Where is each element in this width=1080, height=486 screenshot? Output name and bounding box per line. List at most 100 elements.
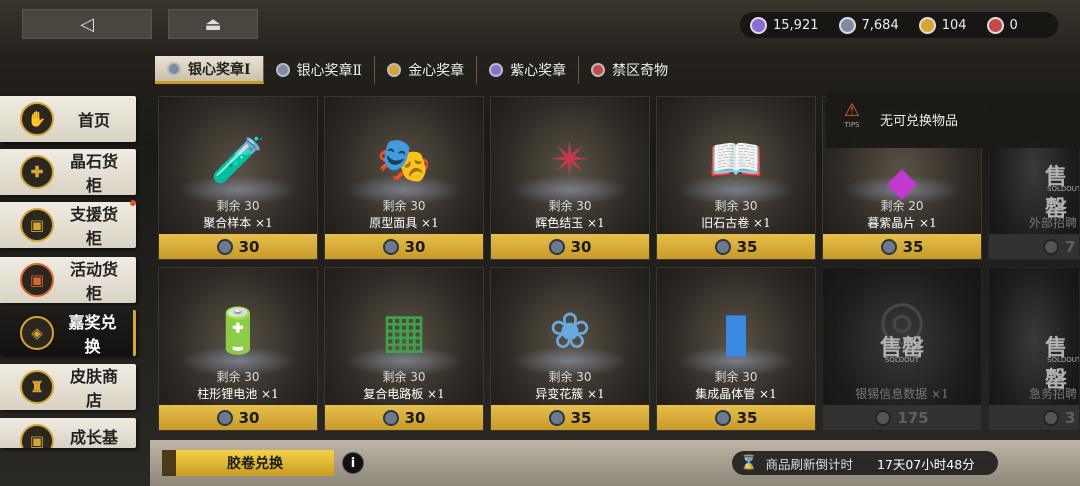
sidebar-item-crystal-cabinet[interactable]: ✚ 晶石货柜 [0,149,136,195]
spiked-crystal-icon: ✴ [549,132,591,188]
silver-medal-icon [382,238,399,255]
silver-medal-icon [382,409,399,426]
price-button: 3 [989,405,1079,430]
sidebar-item-skin-shop[interactable]: ♜ 皮肤商店 [0,364,136,410]
shop-item-card-sold-out[interactable]: 售罄 SOLDOUT 急务招聘 3 [988,267,1080,431]
price-button[interactable]: 30 [159,234,317,259]
sidebar-item-home[interactable]: ✋ 首页 [0,96,136,142]
price-button: 7 [989,234,1079,259]
home-button[interactable]: ⏏ [168,9,258,39]
flower-cluster-icon: ❀ [549,302,591,360]
tab-purple-medal[interactable]: 紫心奖章 [477,56,580,84]
price-button[interactable]: 35 [823,234,981,259]
shop-item-card[interactable]: ❀ 剩余 30 异变花簇 ×1 35 [490,267,650,431]
remaining-count: 剩余 30 [216,199,260,213]
info-icon[interactable]: i [342,452,364,474]
crate-icon: ▣ [20,208,54,242]
silver-medal-icon [714,409,731,426]
currency-purple: 15,921 [750,16,819,34]
purple-medal-icon [489,63,504,77]
item-name: 急务招聘 [1029,387,1078,401]
remaining-count: 剩余 30 [382,370,426,384]
price-button[interactable]: 35 [491,405,649,430]
currency-bar: 15,921 7,684 104 0 [740,12,1058,38]
sidebar-item-support-cabinet[interactable]: ▣ 支援货柜 [0,200,136,248]
price-button[interactable]: 30 [325,405,483,430]
shop-item-card[interactable]: 🧪 剩余 30 聚合样本 ×1 30 [158,96,318,260]
purple-gem-icon [750,16,767,34]
countdown-label: 商品刷新倒计时 [765,456,853,472]
item-name: 异变花簇 ×1 [535,387,605,401]
shop-item-card[interactable]: 📖 剩余 30 旧石古卷 ×1 35 [656,96,816,260]
shop-item-card[interactable]: ▦ 剩余 30 复合电路板 ×1 30 [324,267,484,431]
tab-silver-medal-1[interactable]: 银心奖章Ⅰ [155,56,264,84]
crate-icon: ▣ [20,424,54,448]
shop-item-card[interactable]: 🎭 剩余 30 原型面具 ×1 30 [324,96,484,260]
silver-medal-icon [216,409,233,426]
currency-silver: 7,684 [838,16,899,34]
sample-tube-icon: 🧪 [210,135,266,186]
hourglass-icon: ⌛ [740,455,758,471]
red-medal-icon [591,63,606,77]
item-name: 复合电路板 ×1 [363,387,445,401]
medal-icon: ◈ [20,316,54,350]
price-button[interactable]: 35 [657,405,815,430]
tips-message: 无可兑换物品 [880,113,959,129]
item-name: 聚合样本 ×1 [203,216,273,230]
tab-silver-medal-2[interactable]: 银心奖章Ⅱ [264,56,376,84]
item-name: 暮紫晶片 ×1 [867,216,937,230]
remaining-count: 剩余 30 [714,370,758,384]
silver-medal-icon [167,61,181,76]
item-name: 外部招聘 [1029,216,1078,230]
sidebar-item-growth-fund[interactable]: ▣ 成长基金 [0,418,136,448]
remaining-count: 剩余 30 [548,199,592,213]
item-name: 旧石古卷 ×1 [701,216,771,230]
remaining-count: 剩余 30 [548,370,592,384]
remaining-count: 剩余 30 [714,199,758,213]
film-exchange-button[interactable]: 胶卷兑换 [162,450,334,476]
cross-icon: ✚ [20,155,54,189]
shop-item-card[interactable]: ▮ 剩余 30 集成晶体管 ×1 35 [656,267,816,431]
sidebar-item-award-exchange[interactable]: ◈ 嘉奖兑换 [0,310,136,356]
silver-medal-icon [216,238,233,255]
countdown-value: 17天07小时48分 [876,456,975,472]
item-name: 辉色结玉 ×1 [535,216,605,230]
shop-item-card-sold-out[interactable]: ◎ 售罄 SOLDOUT 银锡信息数据 ×1 175 [822,267,982,431]
currency-gold: 104 [918,16,967,34]
shop-item-card[interactable]: ✴ 剩余 30 辉色结玉 ×1 30 [490,96,650,260]
hand-icon: ✋ [20,102,54,136]
price-button[interactable]: 30 [159,405,317,430]
gold-medal-icon [387,63,402,77]
gold-medal-icon [918,16,936,34]
notification-dot [130,200,136,206]
silver-medal-icon [875,409,892,426]
silver-medal-icon [275,63,290,77]
tab-forbidden-curios[interactable]: 禁区奇物 [579,56,680,84]
price-button[interactable]: 30 [491,234,649,259]
back-button[interactable]: ◁ [22,9,152,39]
shop-item-card[interactable]: 🔋 剩余 30 柱形锂电池 ×1 30 [158,267,318,431]
silver-medal-icon [548,409,565,426]
remaining-count: 剩余 30 [216,370,260,384]
silver-medal-icon [880,238,897,255]
item-name: 原型面具 ×1 [369,216,439,230]
circuit-board-icon: ▦ [381,303,427,359]
back-icon: ◁ [80,13,94,35]
refresh-countdown: ⌛ 商品刷新倒计时 17天07小时48分 [732,451,998,475]
battery-icon: 🔋 [210,306,266,357]
item-name: 银锡信息数据 ×1 [855,387,949,401]
silver-medal-icon [838,16,856,34]
silver-medal-icon [1043,409,1059,426]
currency-red: 0 [986,16,1018,34]
medal-tabs: 银心奖章Ⅰ 银心奖章Ⅱ 金心奖章 紫心奖章 禁区奇物 [155,56,680,84]
silver-medal-icon [1043,238,1059,255]
sidebar-item-event-cabinet[interactable]: ▣ 活动货柜 [0,257,136,303]
tips-toast: ⚠ TIPS 无可兑换物品 [826,90,1080,148]
tab-gold-medal[interactable]: 金心奖章 [375,56,478,84]
home-icon: ⏏ [204,13,222,35]
silver-medal-icon [714,238,731,255]
warning-icon: ⚠ TIPS [843,100,861,129]
price-button[interactable]: 35 [657,234,815,259]
price-button[interactable]: 30 [325,234,483,259]
mask-icon: 🎭 [376,135,432,186]
